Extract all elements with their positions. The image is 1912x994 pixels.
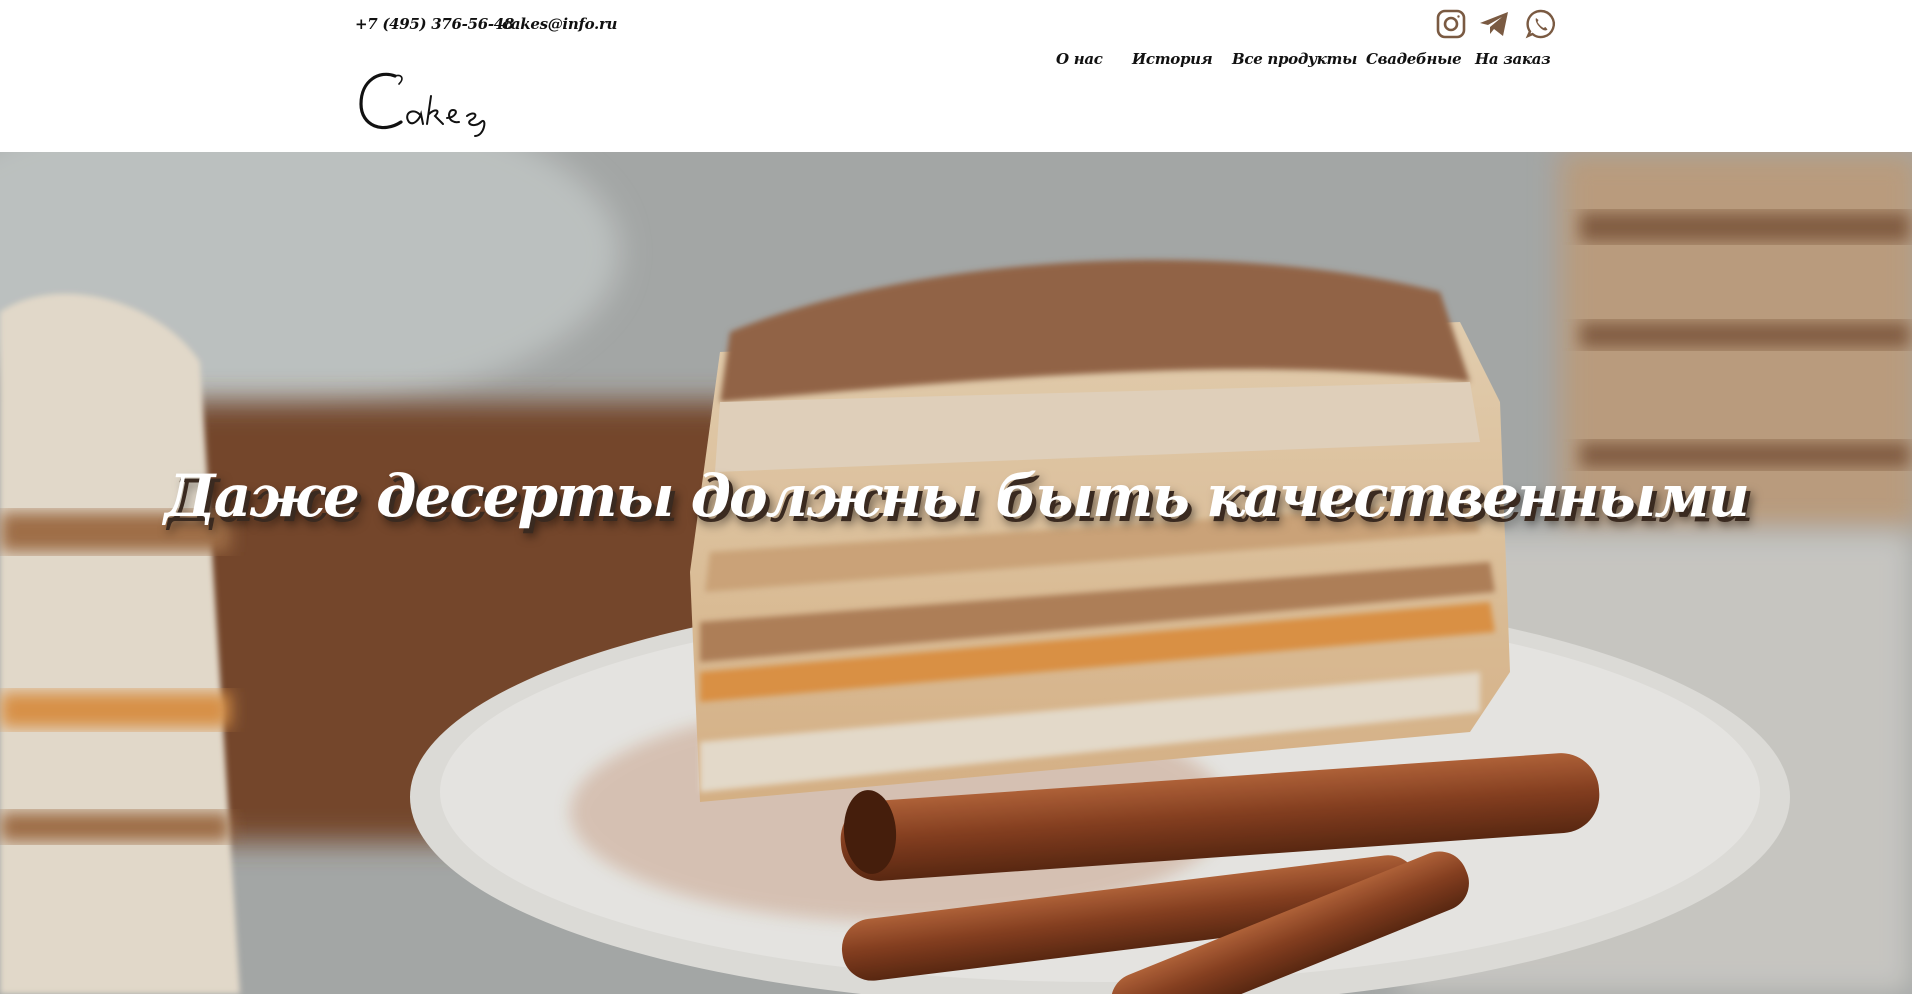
phone-link[interactable]: +7 (495) 376-56-48 <box>355 15 514 33</box>
site-header: О нас История Все продукты Свадебные На … <box>0 50 1912 152</box>
nav-item-all-products[interactable]: Все продукты <box>1232 50 1357 68</box>
nav-item-history[interactable]: История <box>1132 50 1213 68</box>
hero-background-image <box>0 152 1912 994</box>
top-bar: +7 (495) 376-56-48 cakes@info.ru <box>0 0 1912 50</box>
hero-banner: Даже десерты должны быть качественными <box>0 152 1912 994</box>
nav-item-wedding[interactable]: Свадебные <box>1366 50 1462 68</box>
nav-item-custom-order[interactable]: На заказ <box>1475 50 1551 68</box>
email-link[interactable]: cakes@info.ru <box>502 15 617 33</box>
telegram-icon[interactable] <box>1478 8 1510 40</box>
nav-item-about[interactable]: О нас <box>1056 50 1103 68</box>
whatsapp-icon[interactable] <box>1525 8 1557 40</box>
instagram-icon[interactable] <box>1435 8 1467 40</box>
hero-title: Даже десерты должны быть качественными <box>164 462 1750 530</box>
logo[interactable] <box>355 66 515 138</box>
